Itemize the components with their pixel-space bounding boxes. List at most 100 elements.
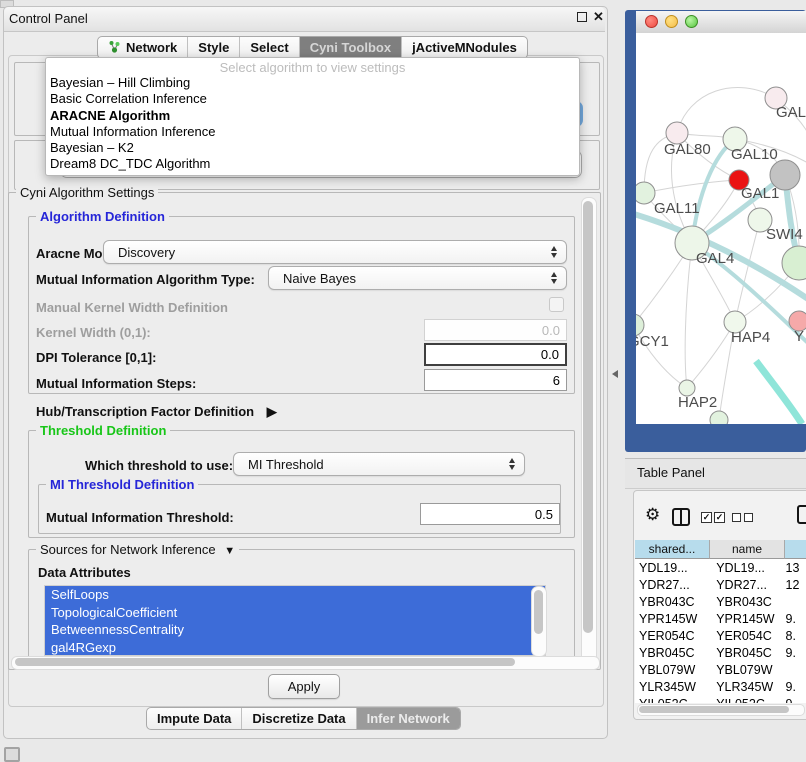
table-row[interactable]: YDR27...YDR27...12 — [635, 576, 806, 593]
which-threshold-combo[interactable]: MI Threshold — [233, 452, 525, 476]
bottom-tabs: Impute Data Discretize Data Infer Networ… — [146, 707, 461, 730]
deselect-all-icon[interactable] — [732, 513, 741, 522]
tab-select[interactable]: Select — [240, 37, 299, 58]
kernel-width-label: Kernel Width (0,1): — [36, 325, 151, 340]
select-all-icon[interactable]: ✓ — [701, 512, 712, 523]
manual-kernel-checkbox[interactable] — [549, 297, 564, 312]
node-bottom-green[interactable] — [710, 411, 728, 424]
zoom-traffic-light[interactable] — [685, 15, 698, 28]
tab-cyni-toolbox[interactable]: Cyni Toolbox — [300, 37, 402, 58]
gear-icon[interactable]: ⚙ — [645, 505, 660, 525]
node-label: GAL1 — [741, 185, 779, 202]
cyni-settings-title: Cyni Algorithm Settings — [16, 185, 158, 200]
hscrollbar-thumb[interactable] — [15, 658, 515, 666]
stepper-icon — [551, 272, 557, 284]
close-icon[interactable]: ✕ — [593, 9, 604, 25]
mi-type-combo[interactable]: Naive Bayes — [268, 266, 567, 290]
cell: YER054C — [635, 629, 708, 643]
deselect-all-icon-2[interactable] — [744, 513, 753, 522]
node-label: GAL4 — [696, 250, 734, 267]
tab-network[interactable]: Network — [98, 37, 188, 58]
data-attributes-list[interactable]: SelfLoops TopologicalCoefficient Between… — [44, 585, 546, 656]
node-green-right[interactable] — [782, 246, 806, 280]
list-item[interactable]: TopologicalCoefficient — [45, 604, 545, 622]
list-item[interactable]: BetweennessCentrality — [45, 621, 545, 639]
apply-button[interactable]: Apply — [268, 674, 340, 699]
list-scrollbar-thumb[interactable] — [534, 590, 543, 634]
split-collapse-arrow[interactable] — [612, 370, 618, 378]
sources-title[interactable]: Sources for Network Inference ▼ — [36, 542, 239, 557]
node-gal11[interactable] — [636, 182, 655, 204]
network-canvas[interactable]: GAL GAL80 GAL10 GAL1 GAL11 SWI4 GAL4 GCY… — [636, 33, 806, 424]
dpi-tolerance-field[interactable]: 0.0 — [424, 343, 567, 366]
tab-discretize-data[interactable]: Discretize Data — [242, 708, 356, 729]
file-icon[interactable] — [797, 505, 806, 524]
popup-item[interactable]: Basic Correlation Inference — [46, 91, 579, 107]
list-item[interactable]: SelfLoops — [45, 586, 545, 604]
popup-item[interactable]: Dream8 DC_TDC Algorithm — [46, 156, 579, 172]
which-threshold-value: MI Threshold — [248, 457, 324, 472]
table-row[interactable]: YLR345WYLR345W9. — [635, 678, 806, 695]
tab-jactivemnodules[interactable]: jActiveMNodules — [402, 37, 527, 58]
hub-definition-label[interactable]: Hub/Transcription Factor Definition ▶ — [36, 404, 277, 420]
cell: YBR045C — [708, 646, 781, 660]
close-traffic-light[interactable] — [645, 15, 658, 28]
table-row[interactable]: YBR045CYBR045C9. — [635, 644, 806, 661]
mi-steps-value: 6 — [553, 373, 560, 388]
table-body[interactable]: YDL19...YDL19...13 YDR27...YDR27...12 YB… — [635, 559, 806, 703]
tab-style-label: Style — [198, 40, 229, 55]
popup-item[interactable]: Bayesian – Hill Climbing — [46, 75, 579, 91]
table-row[interactable]: YIL052CYIL052C9 — [635, 695, 806, 703]
table-row[interactable]: YDL19...YDL19...13 — [635, 559, 806, 576]
cell: YER054C — [708, 629, 781, 643]
columns-icon-divider — [680, 510, 682, 524]
mi-threshold-title: MI Threshold Definition — [46, 477, 198, 492]
tab-impute-label: Impute Data — [157, 711, 231, 726]
popup-item-selected[interactable]: ARACNE Algorithm — [46, 108, 579, 124]
float-window-icon[interactable] — [577, 12, 587, 22]
table-row[interactable]: YER054CYER054C8. — [635, 627, 806, 644]
collapsed-arrow-icon[interactable]: ▶ — [267, 404, 277, 419]
network-icon — [108, 40, 121, 56]
cell: YBR045C — [635, 646, 708, 660]
cell: YLR345W — [635, 680, 708, 694]
settings-scrollbar-thumb[interactable] — [583, 201, 593, 633]
mi-type-value: Naive Bayes — [283, 271, 356, 286]
mi-threshold-field[interactable]: 0.5 — [420, 503, 560, 525]
manual-kernel-label: Manual Kernel Width Definition — [36, 300, 228, 315]
popup-item[interactable]: Bayesian – K2 — [46, 140, 579, 156]
expanded-arrow-icon[interactable]: ▼ — [224, 545, 235, 557]
list-item[interactable]: gal4RGexp — [45, 639, 545, 657]
tab-select-label: Select — [250, 40, 288, 55]
cell: YPR145W — [708, 612, 781, 626]
tab-impute-data[interactable]: Impute Data — [147, 708, 242, 729]
network-view-titlebar[interactable] — [636, 11, 806, 34]
kernel-width-field: 0.0 — [424, 319, 567, 341]
table-row[interactable]: YBL079WYBL079W — [635, 661, 806, 678]
minimize-traffic-light[interactable] — [665, 15, 678, 28]
column-header-name[interactable]: name — [710, 540, 785, 559]
column-header-shared-name[interactable]: shared... — [635, 540, 710, 559]
sources-title-text: Sources for Network Inference — [40, 542, 216, 557]
column-header-partial[interactable] — [785, 540, 806, 559]
network-graph: GAL GAL80 GAL10 GAL1 GAL11 SWI4 GAL4 GCY… — [636, 33, 806, 424]
control-panel-title: Control Panel — [9, 11, 88, 26]
table-hscrollbar-thumb[interactable] — [639, 706, 789, 713]
panel-corner-button[interactable] — [4, 747, 20, 762]
kernel-width-value: 0.0 — [542, 323, 560, 338]
cell: 9. — [782, 646, 806, 660]
tab-style[interactable]: Style — [188, 37, 240, 58]
select-all-icon-2[interactable]: ✓ — [714, 512, 725, 523]
cell: 9. — [782, 612, 806, 626]
tab-infer-network[interactable]: Infer Network — [357, 708, 460, 729]
algorithm-popup-placeholder: Select algorithm to view settings — [46, 58, 579, 75]
mi-type-label: Mutual Information Algorithm Type: — [36, 272, 255, 287]
table-row[interactable]: YPR145WYPR145W9. — [635, 610, 806, 627]
mi-steps-field[interactable]: 6 — [424, 369, 567, 391]
aracne-mode-combo[interactable]: Discovery — [103, 240, 567, 264]
node-label: HAP2 — [678, 394, 717, 411]
table-row[interactable]: YBR043CYBR043C — [635, 593, 806, 610]
control-panel-titlebar — [4, 7, 605, 32]
algorithm-definition-title: Algorithm Definition — [36, 209, 169, 224]
popup-item[interactable]: Mutual Information Inference — [46, 124, 579, 140]
